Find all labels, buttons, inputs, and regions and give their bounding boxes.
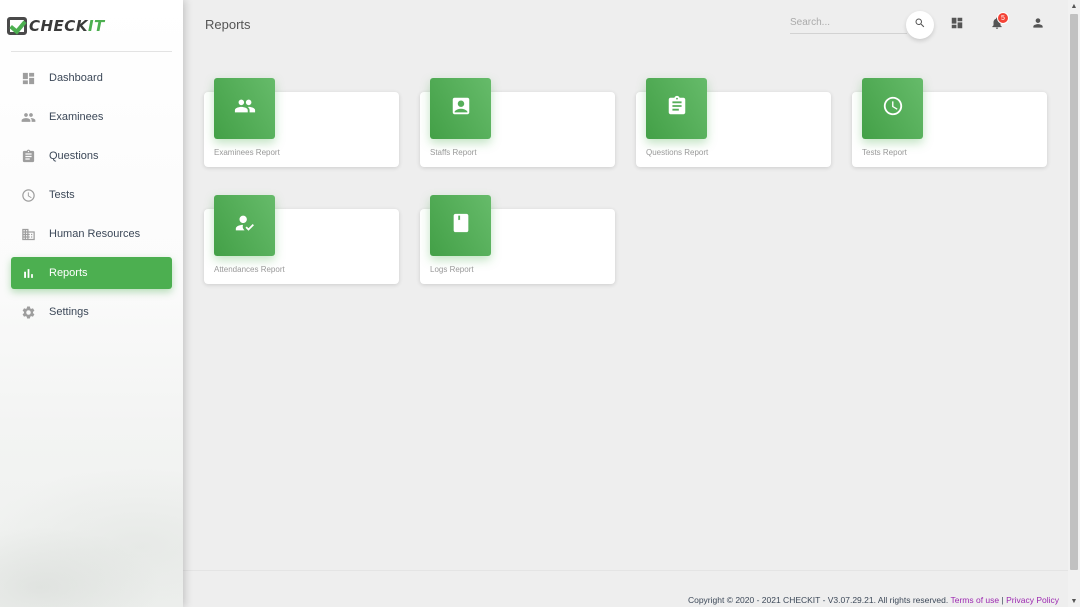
sidebar-nav: Dashboard Examinees Questions Tests Huma… [0,62,183,328]
page-title: Reports [205,17,251,32]
notification-badge: 5 [997,12,1009,24]
sidebar-item-label: Tests [49,189,75,201]
checkmark-logo-icon [7,16,27,35]
search-field [790,12,907,34]
search-icon [914,16,926,34]
search-input[interactable] [790,12,907,33]
card-label: Examinees Report [214,148,280,157]
clock-icon [882,95,904,122]
top-navbar: Reports 5 [183,0,1068,48]
sidebar-item-settings[interactable]: Settings [11,296,172,328]
card-label: Staffs Report [430,148,477,157]
report-card-examinees[interactable]: Examinees Report [204,78,399,167]
card-label: Logs Report [430,265,474,274]
sidebar: CHECKIT Dashboard Examinees Questions Te… [0,0,183,607]
logo-text: CHECKIT [29,16,105,35]
user-menu-button[interactable] [1031,16,1045,30]
terms-of-use-link[interactable]: Terms of use [950,595,999,605]
card-label: Attendances Report [214,265,285,274]
search-button[interactable] [906,11,934,39]
report-card-attendances[interactable]: Attendances Report [204,195,399,284]
card-icon-box [214,78,275,139]
footer-separator: | [1001,595,1004,605]
scrollbar-thumb[interactable] [1070,14,1078,570]
sidebar-item-tests[interactable]: Tests [11,179,172,211]
sidebar-item-label: Reports [49,267,88,279]
person-icon [1031,17,1045,34]
report-card-questions[interactable]: Questions Report [636,78,831,167]
card-icon-box [430,195,491,256]
sidebar-item-human-resources[interactable]: Human Resources [11,218,172,250]
sidebar-item-label: Questions [49,150,99,162]
report-card-logs[interactable]: Logs Report [420,195,615,284]
sidebar-item-examinees[interactable]: Examinees [11,101,172,133]
clipboard-icon [666,95,688,122]
gear-icon [21,305,36,320]
dashboard-icon [21,71,36,86]
sidebar-item-label: Human Resources [49,228,141,240]
card-label: Tests Report [862,148,907,157]
logo-divider [11,51,172,52]
clock-icon [21,188,36,203]
scroll-up-arrow-icon[interactable]: ▲ [1068,0,1080,12]
report-card-staffs[interactable]: Staffs Report [420,78,615,167]
sidebar-item-label: Dashboard [49,72,103,84]
report-card-tests[interactable]: Tests Report [852,78,1047,167]
sidebar-item-reports[interactable]: Reports [11,257,172,289]
card-icon-box [430,78,491,139]
card-label: Questions Report [646,148,709,157]
sidebar-item-dashboard[interactable]: Dashboard [11,62,172,94]
people-icon [21,110,36,125]
copyright-text: Copyright © 2020 - 2021 CHECKIT - V3.07.… [687,595,949,605]
book-icon [450,212,472,239]
building-icon [21,227,36,242]
dashboard-icon [950,17,964,34]
reports-grid: Examinees Report Staffs Report Questions… [183,48,1068,570]
card-icon-box [862,78,923,139]
footer-text: Copyright © 2020 - 2021 CHECKIT - V3.07.… [688,595,1059,605]
dashboard-button[interactable] [950,16,964,30]
sidebar-item-label: Settings [49,306,89,318]
page-footer: Copyright © 2020 - 2021 CHECKIT - V3.07.… [183,570,1068,607]
privacy-policy-link[interactable]: Privacy Policy [1006,595,1059,605]
clipboard-icon [21,149,36,164]
sidebar-item-questions[interactable]: Questions [11,140,172,172]
person-check-icon [234,212,256,239]
card-icon-box [214,195,275,256]
card-icon-box [646,78,707,139]
people-icon [234,95,256,122]
sidebar-item-label: Examinees [49,111,104,123]
vertical-scrollbar[interactable]: ▲ ▼ [1068,0,1080,607]
scroll-down-arrow-icon[interactable]: ▼ [1068,595,1080,607]
bar-chart-icon [21,266,36,281]
contact-card-icon [450,95,472,122]
app-logo[interactable]: CHECKIT [0,0,183,51]
